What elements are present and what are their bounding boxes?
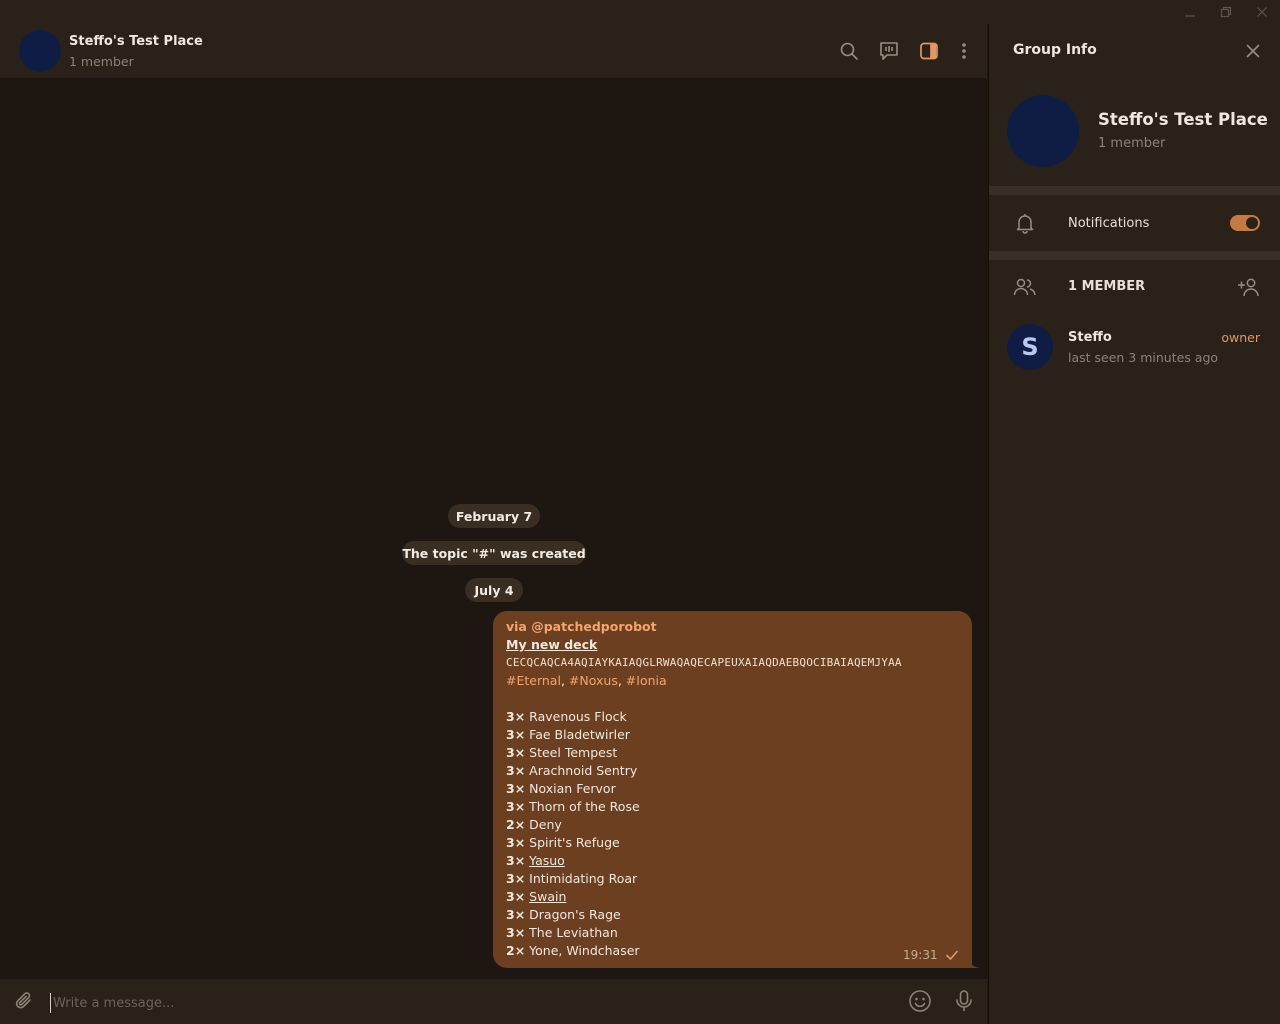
chat-avatar[interactable] xyxy=(19,30,61,72)
card-line: 3× Intimidating Roar xyxy=(506,871,638,886)
card-line: 2× Deny xyxy=(506,817,562,832)
date-separator: February 7 xyxy=(448,504,540,528)
card-line: 3× Noxian Fervor xyxy=(506,781,616,796)
emoji-button[interactable] xyxy=(908,989,932,1013)
via-bot-link[interactable]: via @patchedporobot xyxy=(506,618,902,636)
sidebar-toggle-button[interactable] xyxy=(917,39,941,63)
group-avatar[interactable] xyxy=(1007,95,1079,167)
search-button[interactable] xyxy=(837,39,861,63)
card-line: 3× Ravenous Flock xyxy=(506,709,627,724)
deck-code[interactable]: CECQCAQCA4AQIAYKAIAQGLRWAQAQECAPEUXAIAQD… xyxy=(506,654,902,672)
member-avatar[interactable]: S xyxy=(1007,324,1053,370)
notifications-toggle[interactable] xyxy=(1230,215,1260,231)
group-name: Steffo's Test Place xyxy=(1098,110,1268,129)
message-composer xyxy=(0,979,987,1024)
microphone-icon xyxy=(956,990,972,1011)
card-line: 3× Swain xyxy=(506,889,567,904)
card-line: 2× Yone, Windchaser xyxy=(506,943,640,958)
more-icon xyxy=(962,43,966,59)
champion-link[interactable]: Swain xyxy=(529,889,566,904)
video-chat-icon xyxy=(880,42,898,60)
card-line: 3× Yasuo xyxy=(506,853,565,868)
sent-check-icon xyxy=(946,950,958,960)
hashtags: #Eternal, #Noxus, #Ionia xyxy=(506,673,667,688)
close-icon xyxy=(1257,7,1267,17)
more-button[interactable] xyxy=(952,39,976,63)
close-window-button[interactable] xyxy=(1244,0,1280,24)
chat-subtitle: 1 member xyxy=(69,54,134,69)
window-titlebar xyxy=(0,0,1280,24)
members-icon xyxy=(1013,278,1036,296)
search-icon xyxy=(840,42,858,60)
group-info-panel: Group Info Steffo's Test Place 1 member … xyxy=(988,24,1280,1024)
group-member-count: 1 member xyxy=(1098,136,1166,151)
hashtag-link[interactable]: #Noxus xyxy=(569,673,618,688)
card-line: 3× The Leviathan xyxy=(506,925,618,940)
minimize-button[interactable] xyxy=(1172,0,1208,24)
message-time: 19:31 xyxy=(903,948,938,962)
notifications-label: Notifications xyxy=(1068,216,1150,231)
bell-icon xyxy=(1016,214,1034,234)
restore-button[interactable] xyxy=(1208,0,1244,24)
video-chat-button[interactable] xyxy=(877,39,901,63)
add-member-button[interactable] xyxy=(1237,275,1261,299)
chat-title[interactable]: Steffo's Test Place xyxy=(69,34,203,49)
toggle-knob xyxy=(1246,217,1258,229)
section-divider xyxy=(989,186,1280,195)
chat-area: Steffo's Test Place 1 member February 7 … xyxy=(0,24,987,1024)
sidebar-toggle-icon xyxy=(920,42,938,60)
hashtag-link[interactable]: #Ionia xyxy=(626,673,667,688)
bubble-tail xyxy=(968,956,980,968)
card-line: 3× Dragon's Rage xyxy=(506,907,621,922)
member-role-badge: owner xyxy=(1221,330,1260,345)
message-input[interactable] xyxy=(50,993,870,1013)
members-header: 1 MEMBER xyxy=(1068,279,1146,294)
card-line: 3× Spirit's Refuge xyxy=(506,835,620,850)
hashtag-link[interactable]: #Eternal xyxy=(506,673,561,688)
message-text: via @patchedporobot My new deck CECQCAQC… xyxy=(506,618,902,960)
section-divider xyxy=(989,251,1280,260)
add-user-icon xyxy=(1238,278,1259,297)
attach-button[interactable] xyxy=(12,989,36,1013)
card-line: 3× Thorn of the Rose xyxy=(506,799,640,814)
emoji-icon xyxy=(909,990,931,1012)
chat-header[interactable]: Steffo's Test Place 1 member xyxy=(0,24,987,78)
minimize-icon xyxy=(1185,15,1195,17)
card-line: 3× Arachnoid Sentry xyxy=(506,763,638,778)
voice-record-button[interactable] xyxy=(952,989,976,1013)
restore-icon xyxy=(1220,6,1232,18)
date-separator: July 4 xyxy=(465,578,523,602)
card-line: 3× Fae Bladetwirler xyxy=(506,727,630,742)
panel-title: Group Info xyxy=(1013,42,1097,58)
close-panel-button[interactable] xyxy=(1241,39,1265,63)
topic-created-service: The topic "#" was created xyxy=(402,541,586,565)
member-last-seen: last seen 3 minutes ago xyxy=(1068,350,1219,365)
paperclip-icon xyxy=(15,992,31,1009)
deck-title-link[interactable]: My new deck xyxy=(506,636,902,654)
card-line: 3× Steel Tempest xyxy=(506,745,618,760)
close-icon xyxy=(1246,44,1260,58)
member-name: Steffo xyxy=(1068,330,1112,345)
champion-link[interactable]: Yasuo xyxy=(529,853,565,868)
